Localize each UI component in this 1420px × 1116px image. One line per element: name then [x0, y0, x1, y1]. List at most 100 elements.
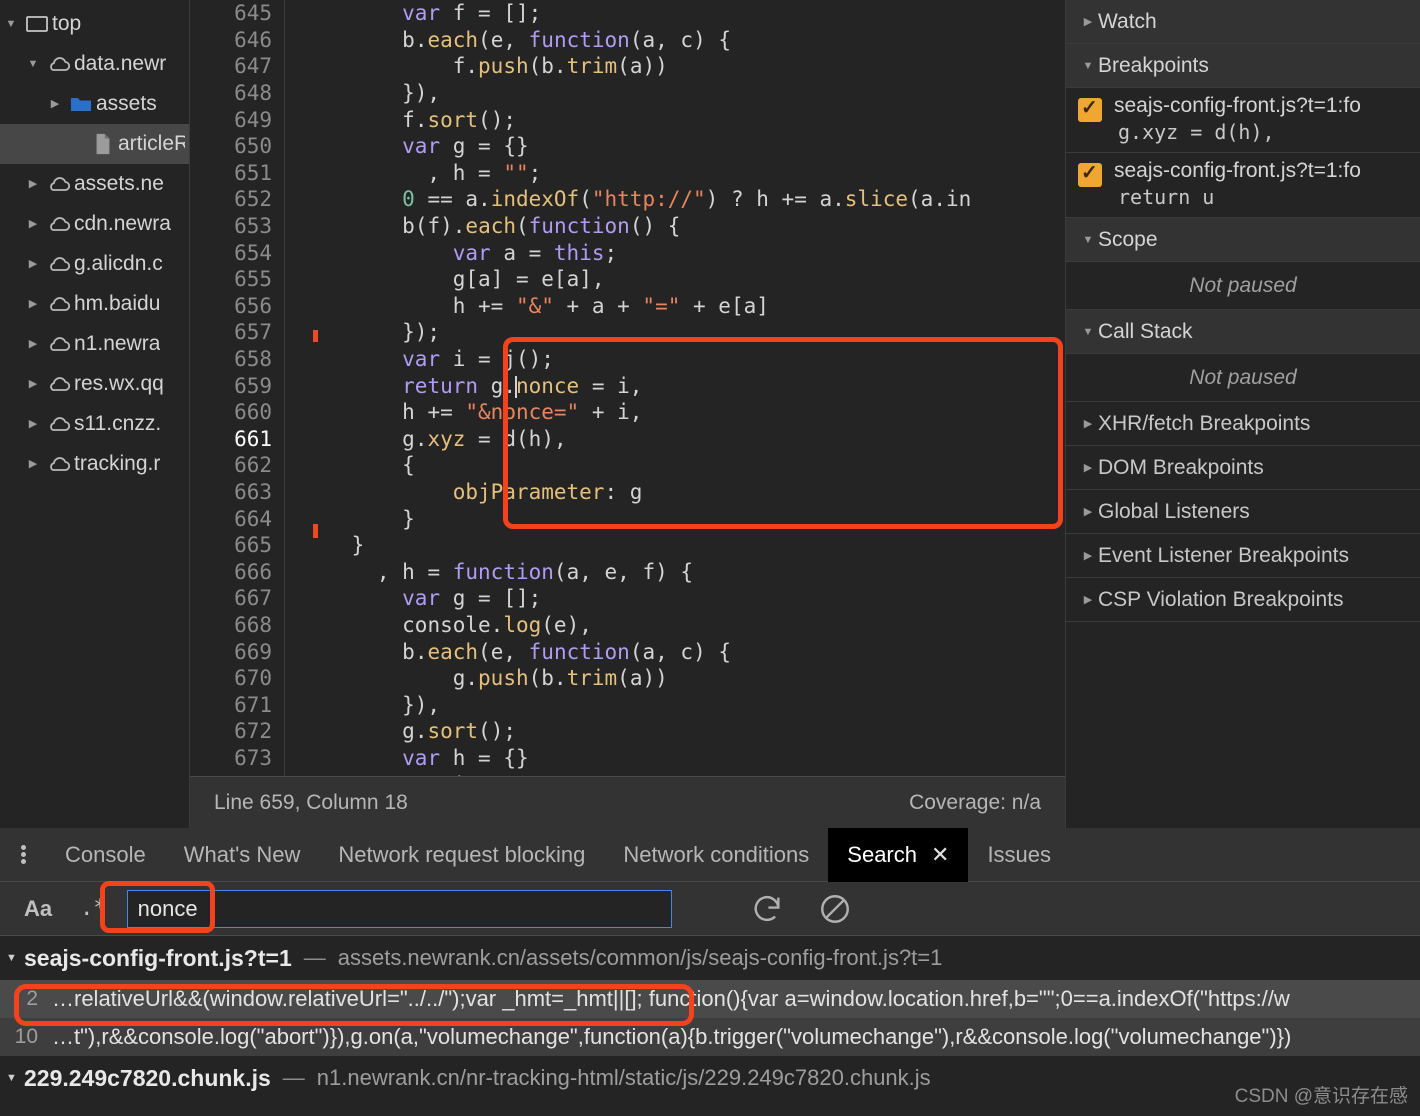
line-number[interactable]: 668 — [190, 613, 285, 637]
chevron-down-icon[interactable]: ▼ — [6, 952, 24, 964]
line-number[interactable]: 669 — [190, 640, 285, 664]
chevron-right-icon[interactable]: ▶ — [22, 258, 44, 270]
line-number[interactable]: 652 — [190, 187, 285, 211]
chevron-right-icon[interactable]: ▶ — [22, 218, 44, 230]
navigator-item-data-newr[interactable]: ▼ data.newr — [0, 44, 189, 84]
search-result-match[interactable]: 2 …relativeUrl&&(window.relativeUrl="../.… — [0, 980, 1420, 1018]
code-line[interactable]: 664 } — [190, 505, 1065, 532]
chevron-right-icon[interactable]: ▶ — [22, 458, 44, 470]
breakpoint-item[interactable]: seajs-config-front.js?t=1:fo g.xyz = d(h… — [1066, 88, 1420, 153]
code-line[interactable]: 661 g.xyz = d(h), — [190, 424, 1065, 455]
regex-button[interactable]: .* — [66, 896, 121, 921]
line-number[interactable]: 651 — [190, 161, 285, 185]
code-line[interactable]: 657 }); — [190, 319, 1065, 346]
section-xhr-fetch-breakpoints[interactable]: ▶ XHR/fetch Breakpoints — [1066, 402, 1420, 446]
chevron-down-icon[interactable]: ▼ — [22, 58, 44, 70]
match-case-button[interactable]: Aa — [10, 896, 66, 922]
code-line[interactable]: 646 b.each(e, function(a, c) { — [190, 27, 1065, 54]
code-line[interactable]: 645 var f = []; — [190, 0, 1065, 27]
code-line[interactable]: 655 g[a] = e[a], — [190, 266, 1065, 293]
code-line[interactable]: 647 f.push(b.trim(a)) — [190, 53, 1065, 80]
line-number[interactable]: 672 — [190, 719, 285, 743]
section-call-stack[interactable]: ▼ Call Stack — [1066, 310, 1420, 354]
code-line[interactable]: 660 h += "&nonce=" + i, — [190, 399, 1065, 426]
navigator-item-assets-ne[interactable]: ▶ assets.ne — [0, 164, 189, 204]
tab-issues[interactable]: Issues — [968, 828, 1070, 882]
code-line[interactable]: 665 } — [190, 532, 1065, 559]
chevron-right-icon[interactable]: ▶ — [22, 298, 44, 310]
navigator-pane[interactable]: ▼top▼data.newr▶assets▶articleR▶assets.ne… — [0, 0, 190, 828]
code-line[interactable]: 672 g.sort(); — [190, 718, 1065, 745]
chevron-right-icon[interactable]: ▶ — [22, 418, 44, 430]
navigator-item-g-alicdn-c[interactable]: ▶ g.alicdn.c — [0, 244, 189, 284]
section-global-listeners[interactable]: ▶ Global Listeners — [1066, 490, 1420, 534]
navigator-item-assets[interactable]: ▶ assets — [0, 84, 189, 124]
code-line[interactable]: 673 var h = {} — [190, 745, 1065, 772]
search-result-file-header[interactable]: ▼ 229.249c7820.chunk.js — n1.newrank.cn/nr-… — [0, 1056, 1420, 1100]
section-csp-violation-breakpoints[interactable]: ▶ CSP Violation Breakpoints — [1066, 578, 1420, 622]
section-event-listener-breakpoints[interactable]: ▶ Event Listener Breakpoints — [1066, 534, 1420, 578]
code-line[interactable]: 666 , h = function(a, e, f) { — [190, 558, 1065, 585]
code-line[interactable]: 667 var g = []; — [190, 585, 1065, 612]
line-number[interactable]: 658 — [190, 347, 285, 371]
line-number[interactable]: 670 — [190, 666, 285, 690]
line-number[interactable]: 646 — [190, 28, 285, 52]
navigator-item-res-wx-qq[interactable]: ▶ res.wx.qq — [0, 364, 189, 404]
line-number[interactable]: 657 — [190, 320, 285, 344]
code-line[interactable]: 653 b(f).each(function() { — [190, 213, 1065, 240]
navigator-item-hm-baidu[interactable]: ▶ hm.baidu — [0, 284, 189, 324]
navigator-item-articler[interactable]: ▶articleR — [0, 124, 189, 164]
line-number[interactable]: 650 — [190, 134, 285, 158]
code-line[interactable]: 648 }), — [190, 80, 1065, 107]
tab-search[interactable]: Search ✕ — [828, 827, 969, 882]
navigator-item-top[interactable]: ▼ top — [0, 4, 189, 44]
navigator-item-n1-newra[interactable]: ▶ n1.newra — [0, 324, 189, 364]
breakpoint-checkbox[interactable] — [1078, 160, 1102, 187]
search-result-match[interactable]: 10 …t"),r&&console.log("abort")}),g.on(a,… — [0, 1018, 1420, 1056]
breakpoint-item[interactable]: seajs-config-front.js?t=1:fo return u — [1066, 153, 1420, 218]
code-line[interactable]: 656 h += "&" + a + "=" + e[a] — [190, 293, 1065, 320]
code-line[interactable]: 650 var g = {} — [190, 133, 1065, 160]
line-number[interactable]: 661 — [190, 424, 308, 455]
chevron-right-icon[interactable]: ▶ — [22, 178, 44, 190]
code-line[interactable]: 652 0 == a.indexOf("http://") ? h += a.s… — [190, 186, 1065, 213]
search-input[interactable]: nonce — [126, 889, 672, 928]
line-number[interactable]: 662 — [190, 453, 285, 477]
breakpoint-checkbox[interactable] — [1078, 95, 1102, 122]
chevron-right-icon[interactable]: ▶ — [22, 338, 44, 350]
line-number[interactable]: 645 — [190, 1, 285, 25]
clear-icon[interactable] — [818, 892, 852, 926]
code-line[interactable]: 662 { — [190, 452, 1065, 479]
navigator-item-cdn-newra[interactable]: ▶ cdn.newra — [0, 204, 189, 244]
line-number[interactable]: 653 — [190, 214, 285, 238]
chevron-down-icon[interactable]: ▼ — [0, 18, 22, 30]
navigator-item-s11-cnzz-[interactable]: ▶ s11.cnzz. — [0, 404, 189, 444]
debugger-sidebar[interactable]: ▶ Watch ▼ Breakpoints seajs-config-front… — [1065, 0, 1420, 828]
line-number[interactable]: 663 — [190, 480, 285, 504]
chevron-right-icon[interactable]: ▶ — [22, 378, 44, 390]
line-number[interactable]: 671 — [190, 693, 285, 717]
line-number[interactable]: 655 — [190, 267, 285, 291]
code-line[interactable]: 654 var a = this; — [190, 239, 1065, 266]
refresh-icon[interactable] — [750, 892, 784, 926]
line-number[interactable]: 647 — [190, 54, 285, 78]
search-results-list[interactable]: ▼ seajs-config-front.js?t=1— assets.newran… — [0, 936, 1420, 1100]
line-number[interactable]: 665 — [190, 533, 285, 557]
code-line[interactable]: 658 var i = j(); — [190, 346, 1065, 373]
line-number[interactable]: 654 — [190, 241, 285, 265]
line-number[interactable]: 656 — [190, 294, 285, 318]
more-tools-icon[interactable] — [0, 843, 46, 866]
line-number[interactable]: 649 — [190, 108, 285, 132]
code-line[interactable]: 651 , h = ""; — [190, 160, 1065, 187]
search-result-file-header[interactable]: ▼ seajs-config-front.js?t=1 — assets.newran… — [0, 936, 1420, 980]
tab-whats-new[interactable]: What's New — [165, 828, 320, 882]
code-line[interactable]: 668 console.log(e), — [190, 612, 1065, 639]
code-line[interactable]: 649 f.sort(); — [190, 106, 1065, 133]
code-line[interactable]: 671 }), — [190, 691, 1065, 718]
line-number[interactable]: 648 — [190, 81, 285, 105]
section-breakpoints[interactable]: ▼ Breakpoints — [1066, 44, 1420, 88]
tab-network-request-blocking[interactable]: Network request blocking — [319, 828, 604, 882]
tab-console[interactable]: Console — [46, 828, 165, 882]
section-dom-breakpoints[interactable]: ▶ DOM Breakpoints — [1066, 446, 1420, 490]
tab-network-conditions[interactable]: Network conditions — [604, 828, 828, 882]
